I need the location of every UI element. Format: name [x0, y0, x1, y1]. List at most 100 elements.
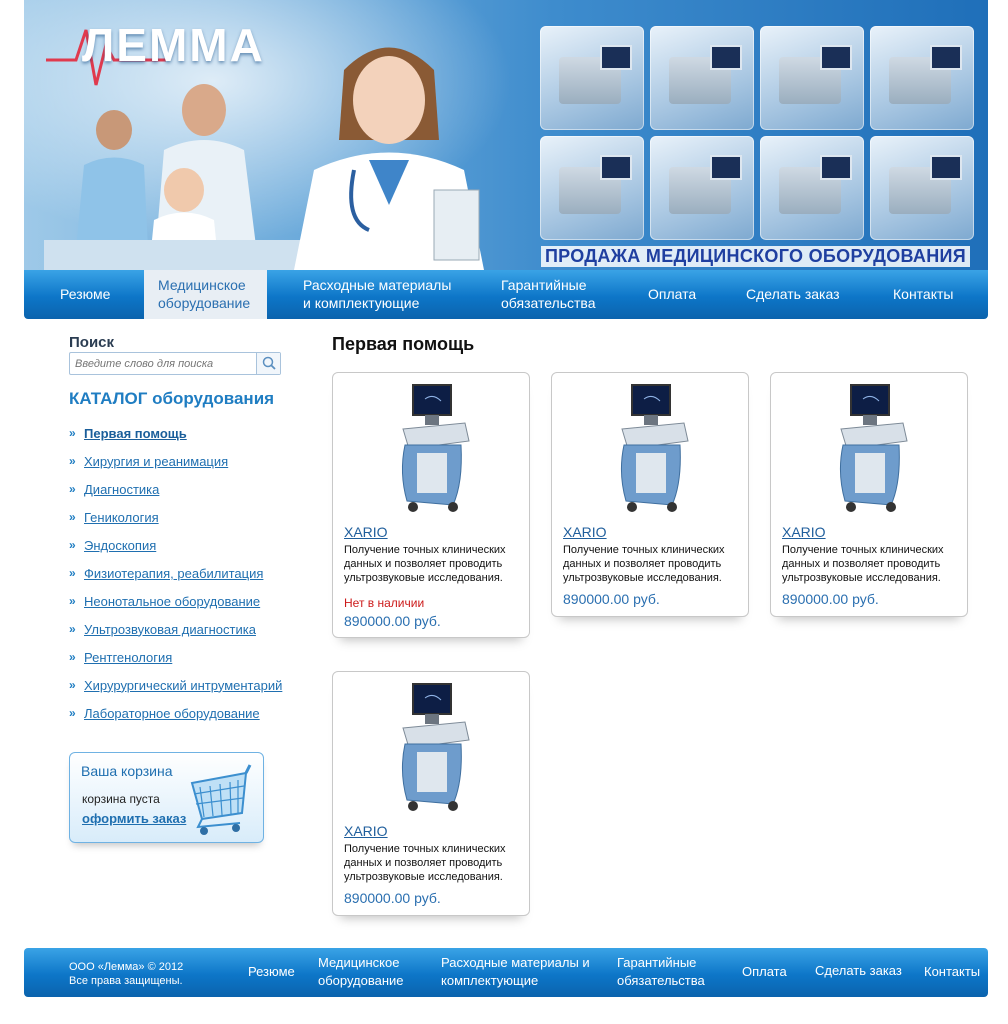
catalog-link[interactable]: Неонотальное оборудование — [84, 594, 260, 609]
main-nav: Резюме Медицинское оборудование Расходны… — [24, 270, 988, 319]
cart-title: Ваша корзина — [81, 763, 173, 779]
search-input[interactable] — [70, 353, 256, 374]
catalog-item: » Первая помощь — [69, 419, 282, 447]
chevron-right-icon: » — [69, 650, 76, 664]
equipment-tile — [760, 26, 864, 130]
nav-item-warranty[interactable]: Гарантийные обязательства — [501, 276, 611, 312]
equipment-tile — [760, 136, 864, 240]
chevron-right-icon: » — [69, 426, 76, 440]
catalog-link[interactable]: Рентгенология — [84, 650, 172, 665]
footer-link-consumables[interactable]: Расходные материалы и комплектующие — [441, 954, 591, 990]
catalog-link[interactable]: Хирурургический интрументарий — [84, 678, 282, 693]
product-price: 890000.00 руб. — [344, 613, 441, 629]
equipment-tiles — [540, 26, 988, 246]
chevron-right-icon: » — [69, 510, 76, 524]
product-price: 890000.00 руб. — [782, 591, 879, 607]
product-description: Получение точных клинических данных и по… — [344, 843, 506, 883]
catalog-link[interactable]: Физиотерапия, реабилитация — [84, 566, 263, 581]
equipment-tile — [650, 26, 754, 130]
cart-status: корзина пуста — [82, 792, 160, 806]
chevron-right-icon: » — [69, 454, 76, 468]
equipment-tile — [650, 136, 754, 240]
catalog-item: » Ультрозвуковая диагностика — [69, 615, 282, 643]
catalog-link[interactable]: Первая помощь — [84, 426, 187, 441]
checkout-link[interactable]: оформить заказ — [82, 811, 186, 826]
footer-link-make-order[interactable]: Сделать заказ — [815, 962, 902, 980]
catalog-link[interactable]: Ультрозвуковая диагностика — [84, 622, 256, 637]
catalog-item: » Геникология — [69, 503, 282, 531]
chevron-right-icon: » — [69, 678, 76, 692]
ultrasound-machine-image[interactable] — [833, 383, 917, 513]
footer-link-warranty[interactable]: Гарантийные обязательства — [617, 954, 717, 990]
product-card: XARIO Получение точных клинических данны… — [551, 372, 749, 617]
catalog-item: » Эндоскопия — [69, 531, 282, 559]
product-card: XARIO Получение точных клинических данны… — [770, 372, 968, 617]
catalog-item: » Лабораторное оборудование — [69, 699, 282, 727]
nav-item-contacts[interactable]: Контакты — [893, 285, 953, 303]
search-title: Поиск — [69, 334, 115, 351]
product-link[interactable]: XARIO — [782, 524, 826, 540]
shopping-cart-icon — [190, 764, 252, 835]
nav-item-medical-equipment[interactable]: Медицинское оборудование — [144, 270, 267, 319]
search-button[interactable] — [256, 353, 280, 374]
catalog-item: » Хирургия и реанимация — [69, 447, 282, 475]
product-link[interactable]: XARIO — [344, 823, 388, 839]
search-box — [69, 352, 281, 375]
product-description: Получение точных клинических данных и по… — [563, 544, 725, 584]
catalog-list: » Первая помощь » Хирургия и реанимация » Д… — [69, 419, 282, 727]
stock-status: Нет в наличии — [344, 596, 425, 610]
chevron-right-icon: » — [69, 482, 76, 496]
doctor-illustration — [294, 47, 484, 270]
nav-item-consumables[interactable]: Расходные материалы и комплектующие — [303, 276, 463, 312]
catalog-item: » Неонотальное оборудование — [69, 587, 282, 615]
equipment-tile — [870, 136, 974, 240]
catalog-link[interactable]: Эндоскопия — [84, 538, 156, 553]
product-link[interactable]: XARIO — [344, 524, 388, 540]
copyright: ООО «Лемма» © 2012 Все права защищены. — [69, 960, 183, 988]
site-tagline: ПРОДАЖА МЕДИЦИНСКОГО ОБОРУДОВАНИЯ — [540, 246, 970, 267]
chevron-right-icon: » — [69, 594, 76, 608]
ultrasound-machine-image[interactable] — [395, 383, 479, 513]
catalog-item: » Хирурургический интрументарий — [69, 671, 282, 699]
footer-link-resume[interactable]: Резюме — [248, 963, 295, 981]
product-card: XARIO Получение точных клинических данны… — [332, 671, 530, 916]
product-description: Получение точных клинических данных и по… — [344, 544, 506, 584]
footer-link-contacts[interactable]: Контакты — [924, 963, 980, 981]
product-description: Получение точных клинических данных и по… — [782, 544, 944, 584]
catalog-item: » Рентгенология — [69, 643, 282, 671]
product-card: XARIO Получение точных клинических данны… — [332, 372, 530, 638]
copyright-line: ООО «Лемма» © 2012 — [69, 961, 184, 973]
product-price: 890000.00 руб. — [563, 591, 660, 607]
product-link[interactable]: XARIO — [563, 524, 607, 540]
catalog-link[interactable]: Геникология — [84, 510, 159, 525]
catalog-link[interactable]: Хирургия и реанимация — [84, 454, 228, 469]
catalog-link[interactable]: Лабораторное оборудование — [84, 706, 260, 721]
catalog-title: КАТАЛОГ оборудования — [69, 389, 275, 408]
footer-link-payment[interactable]: Оплата — [742, 963, 787, 981]
footer-link-medical-equipment[interactable]: Медицинское оборудование — [318, 954, 413, 990]
ultrasound-machine-image[interactable] — [614, 383, 698, 513]
equipment-tile — [870, 26, 974, 130]
catalog-item: » Диагностика — [69, 475, 282, 503]
page-title: Первая помощь — [332, 334, 475, 354]
nav-item-make-order[interactable]: Сделать заказ — [746, 285, 840, 303]
chevron-right-icon: » — [69, 566, 76, 580]
catalog-item: » Физиотерапия, реабилитация — [69, 559, 282, 587]
chevron-right-icon: » — [69, 706, 76, 720]
header-banner: ЛЕММА ПРОДАЖА МЕДИЦИНСКОГО ОБОРУДОВАНИЯ — [24, 0, 988, 270]
equipment-tile — [540, 26, 644, 130]
cart-widget: Ваша корзина корзина пуста оформить зака… — [69, 752, 264, 843]
page: ЛЕММА ПРОДАЖА МЕДИЦИНСКОГО ОБОРУДОВАНИЯ … — [0, 0, 1008, 1024]
search-icon — [262, 356, 276, 370]
chevron-right-icon: » — [69, 622, 76, 636]
product-price: 890000.00 руб. — [344, 890, 441, 906]
copyright-line: Все права защищены. — [69, 975, 183, 987]
ultrasound-machine-image[interactable] — [395, 682, 479, 812]
nav-item-payment[interactable]: Оплата — [648, 285, 696, 303]
chevron-right-icon: » — [69, 538, 76, 552]
footer: ООО «Лемма» © 2012 Все права защищены. Р… — [24, 948, 988, 997]
equipment-tile — [540, 136, 644, 240]
site-logo[interactable]: ЛЕММА — [82, 18, 265, 72]
nav-item-resume[interactable]: Резюме — [60, 285, 110, 303]
catalog-link[interactable]: Диагностика — [84, 482, 159, 497]
